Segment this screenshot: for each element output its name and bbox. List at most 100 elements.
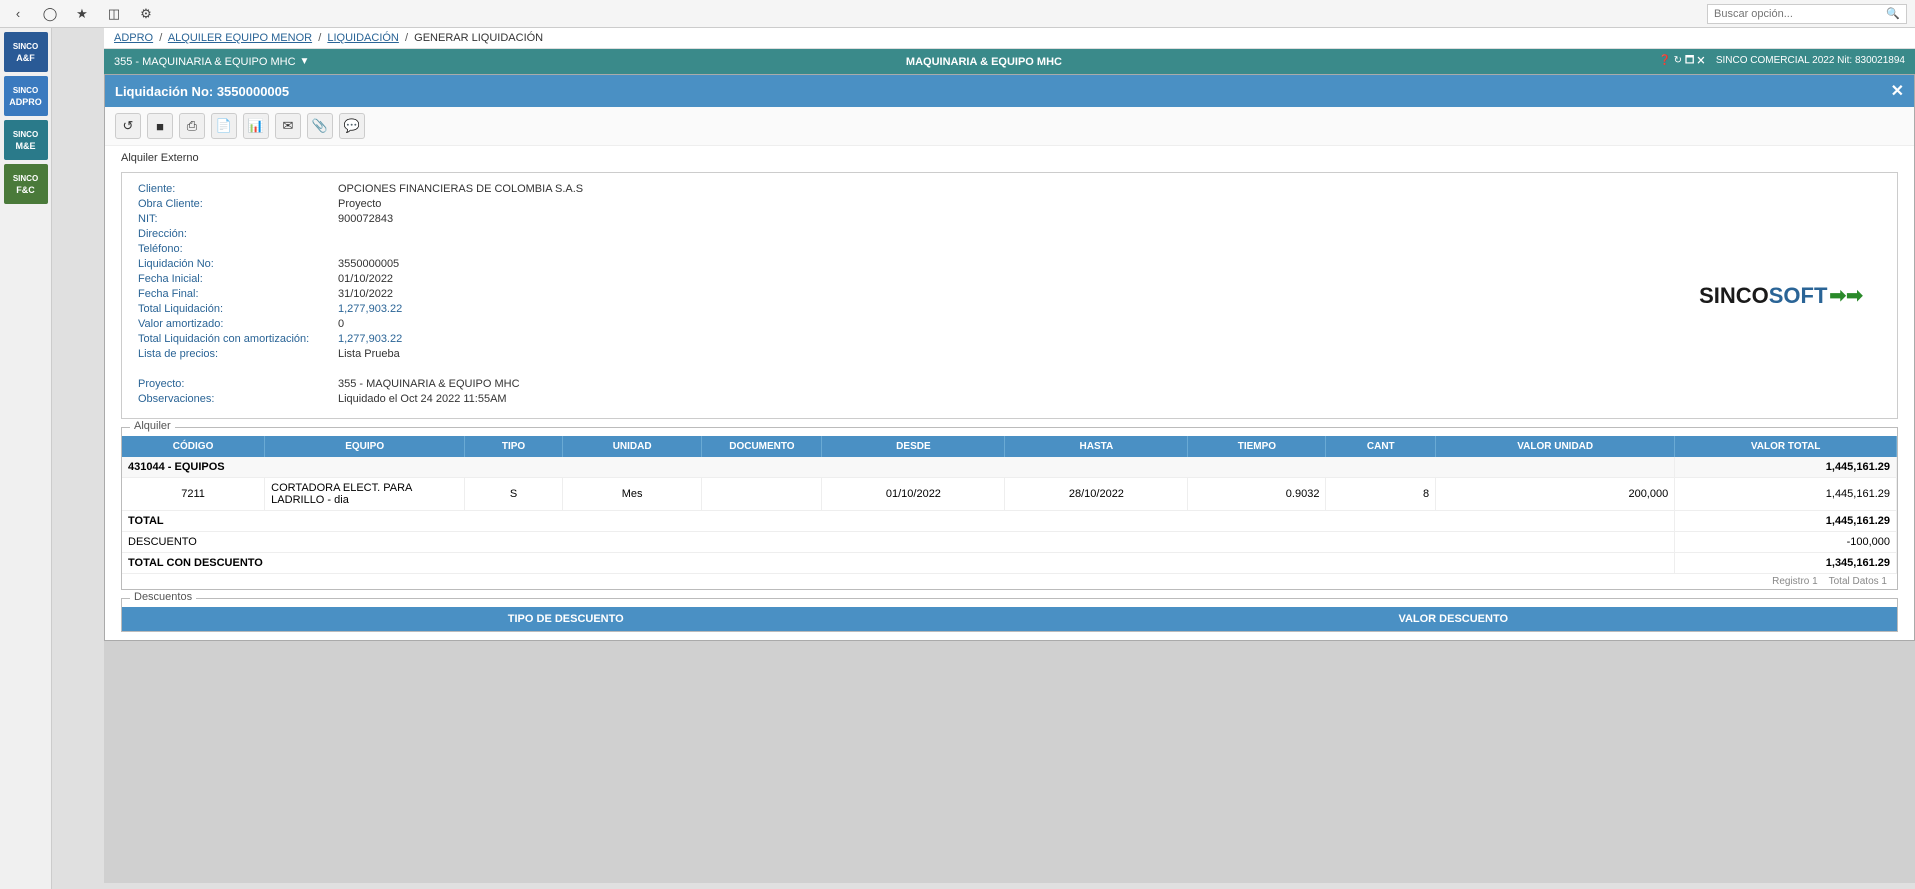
- value-liquidacion-no: 3550000005: [338, 258, 399, 270]
- logo-soft: SOFT: [1769, 283, 1828, 309]
- back-icon[interactable]: ‹: [8, 4, 28, 24]
- col-tipo: TIPO: [465, 436, 563, 457]
- module-center: MAQUINARIA & EQUIPO MHC: [906, 56, 1062, 68]
- cell-valor-unidad: 200,000: [1436, 478, 1675, 511]
- section-label: Alquiler Externo: [105, 146, 1914, 166]
- group-code: 431044 - EQUIPOS: [122, 457, 1675, 478]
- module-icons[interactable]: ❓ ↻ 🗖 🗙: [1658, 55, 1704, 66]
- label-cliente: Cliente:: [138, 183, 338, 195]
- undo-button[interactable]: ↺: [115, 113, 141, 139]
- cell-unidad: Mes: [562, 478, 702, 511]
- excel-button[interactable]: 📊: [243, 113, 269, 139]
- info-row-nit: NIT: 900072843: [138, 213, 1661, 225]
- info-row-telefono: Teléfono:: [138, 243, 1661, 255]
- descuentos-section: Descuentos TIPO DE DESCUENTO VALOR DESCU…: [121, 598, 1898, 632]
- print-button[interactable]: ⎙: [179, 113, 205, 139]
- breadcrumb-adpro[interactable]: ADPRO: [114, 32, 153, 44]
- sidebar-sinco-label2: SINCO: [13, 86, 38, 95]
- summary-total-desc-value: 1,345,161.29: [1675, 553, 1897, 574]
- info-left: Cliente: OPCIONES FINANCIERAS DE COLOMBI…: [138, 183, 1661, 408]
- email-button[interactable]: ✉: [275, 113, 301, 139]
- home-icon[interactable]: ◯: [40, 4, 60, 24]
- sidebar-sinco-label4: SINCO: [13, 174, 38, 183]
- alquiler-legend: Alquiler: [130, 420, 175, 432]
- col-valor-descuento: VALOR DESCUENTO: [1010, 607, 1898, 631]
- descuentos-table: TIPO DE DESCUENTO VALOR DESCUENTO: [122, 607, 1897, 631]
- info-row-cliente: Cliente: OPCIONES FINANCIERAS DE COLOMBI…: [138, 183, 1661, 195]
- cell-valor-total: 1,445,161.29: [1675, 478, 1897, 511]
- descuentos-legend: Descuentos: [130, 591, 196, 603]
- summary-total-value: 1,445,161.29: [1675, 511, 1897, 532]
- label-total-liq: Total Liquidación:: [138, 303, 338, 315]
- info-row-observaciones: Observaciones: Liquidado el Oct 24 2022 …: [138, 393, 1661, 405]
- table-row: 7211 CORTADORA ELECT. PARA LADRILLO - di…: [122, 478, 1897, 511]
- col-hasta: HASTA: [1005, 436, 1188, 457]
- attach-button[interactable]: 📎: [307, 113, 333, 139]
- value-fecha-final: 31/10/2022: [338, 288, 393, 300]
- sincosoft-logo: SINCO SOFT ➡➡: [1699, 283, 1863, 309]
- info-row-total-liq: Total Liquidación: 1,277,903.22: [138, 303, 1661, 315]
- logo-arrow: ➡➡: [1829, 283, 1863, 308]
- search-icon: 🔍: [1886, 7, 1900, 20]
- breadcrumb: ADPRO / ALQUILER EQUIPO MENOR / LIQUIDAC…: [104, 28, 1915, 49]
- summary-total-label: TOTAL: [122, 511, 1675, 532]
- value-proyecto: 355 - MAQUINARIA & EQUIPO MHC: [338, 378, 520, 390]
- info-row-direccion: Dirección:: [138, 228, 1661, 240]
- sidebar-item-me[interactable]: SINCO M&E: [4, 120, 48, 160]
- sidebar-item-adpro[interactable]: SINCO ADPRO: [4, 76, 48, 116]
- module-left: 355 - MAQUINARIA & EQUIPO MHC ▼: [114, 56, 309, 68]
- cell-code: 7211: [122, 478, 265, 511]
- summary-descuento-row: DESCUENTO -100,000: [122, 532, 1897, 553]
- label-telefono: Teléfono:: [138, 243, 338, 255]
- pdf-button[interactable]: 📄: [211, 113, 237, 139]
- label-direccion: Dirección:: [138, 228, 338, 240]
- close-button[interactable]: ✕: [1891, 81, 1904, 101]
- module-name[interactable]: 355 - MAQUINARIA & EQUIPO MHC: [114, 56, 296, 68]
- cell-tiempo: 0.9032: [1188, 478, 1326, 511]
- sidebar: SINCO A&F SINCO ADPRO SINCO M&E SINCO F&…: [0, 28, 52, 889]
- screen-icon[interactable]: ◫: [104, 4, 124, 24]
- info-card: Cliente: OPCIONES FINANCIERAS DE COLOMBI…: [121, 172, 1898, 419]
- label-lista: Lista de precios:: [138, 348, 338, 360]
- save-button[interactable]: ■: [147, 113, 173, 139]
- summary-total-row: TOTAL 1,445,161.29: [122, 511, 1897, 532]
- breadcrumb-current: GENERAR LIQUIDACIÓN: [414, 32, 543, 44]
- value-nit: 900072843: [338, 213, 393, 225]
- info-row-proyecto: Proyecto: 355 - MAQUINARIA & EQUIPO MHC: [138, 378, 1661, 390]
- cell-desde: 01/10/2022: [822, 478, 1005, 511]
- total-datos-label: Total Datos 1: [1829, 576, 1887, 587]
- value-total-amort: 1,277,903.22: [338, 333, 402, 345]
- info-row-liquidacion-no: Liquidación No: 3550000005: [138, 258, 1661, 270]
- module-bar: 355 - MAQUINARIA & EQUIPO MHC ▼ MAQUINAR…: [104, 49, 1915, 74]
- breadcrumb-alquiler[interactable]: ALQUILER EQUIPO MENOR: [168, 32, 312, 44]
- summary-total-desc-label: TOTAL CON DESCUENTO: [122, 553, 1675, 574]
- col-valor-unidad: VALOR UNIDAD: [1436, 436, 1675, 457]
- document-header: Liquidación No: 3550000005 ✕: [105, 75, 1914, 107]
- info-row-obra: Obra Cliente: Proyecto: [138, 198, 1661, 210]
- star-icon[interactable]: ★: [72, 4, 92, 24]
- module-dropdown-icon[interactable]: ▼: [300, 56, 310, 67]
- module-right: ❓ ↻ 🗖 🗙 SINCO COMERCIAL 2022 Nit: 830021…: [1658, 53, 1905, 70]
- label-valor-amort: Valor amortizado:: [138, 318, 338, 330]
- label-nit: NIT:: [138, 213, 338, 225]
- sidebar-me-label: M&E: [16, 141, 36, 151]
- registro-label: Registro 1: [1772, 576, 1818, 587]
- col-equipo: EQUIPO: [265, 436, 465, 457]
- summary-descuento-value: -100,000: [1675, 532, 1897, 553]
- notes-button[interactable]: 💬: [339, 113, 365, 139]
- search-bar[interactable]: 🔍: [1707, 4, 1907, 24]
- settings-icon[interactable]: ⚙: [136, 4, 156, 24]
- sidebar-item-fc[interactable]: SINCO F&C: [4, 164, 48, 204]
- value-lista: Lista Prueba: [338, 348, 400, 360]
- breadcrumb-liquidacion[interactable]: LIQUIDACIÓN: [327, 32, 399, 44]
- search-input[interactable]: [1714, 8, 1886, 20]
- cell-hasta: 28/10/2022: [1005, 478, 1188, 511]
- sidebar-item-af[interactable]: SINCO A&F: [4, 32, 48, 72]
- sidebar-af-label: A&F: [16, 53, 35, 63]
- company-info: SINCO COMERCIAL 2022 Nit: 830021894: [1716, 55, 1905, 66]
- logo-container: SINCO SOFT ➡➡: [1681, 183, 1881, 408]
- info-row-fecha-final: Fecha Final: 31/10/2022: [138, 288, 1661, 300]
- cell-documento: [702, 478, 822, 511]
- col-codigo: CÓDIGO: [122, 436, 265, 457]
- label-obra: Obra Cliente:: [138, 198, 338, 210]
